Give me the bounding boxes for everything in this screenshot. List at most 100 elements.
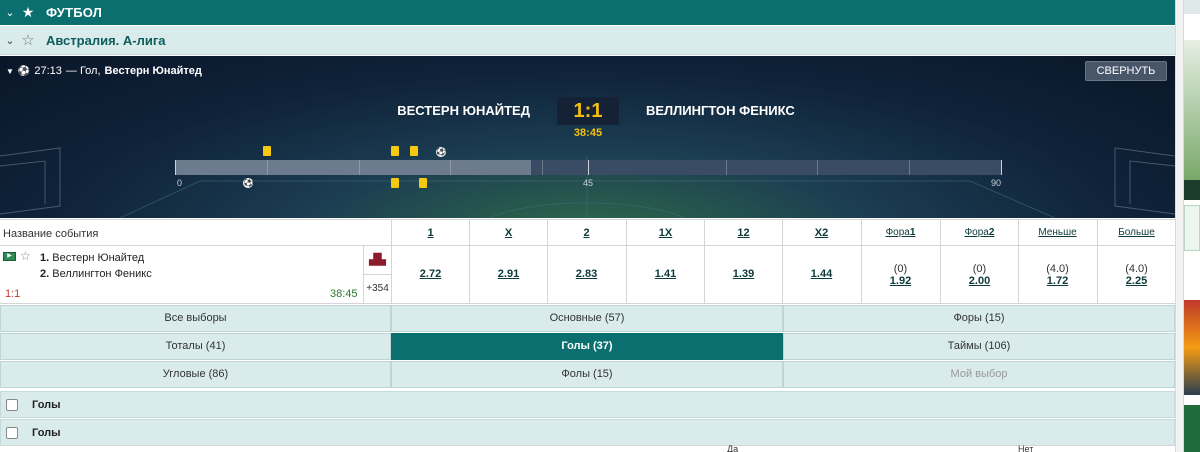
timeline-tick xyxy=(1001,160,1002,175)
odds-cell[interactable]: 1.39 xyxy=(704,246,782,303)
home-team-name: ВЕСТЕРН ЮНАЙТЕД xyxy=(397,103,530,118)
odds-value[interactable]: 1.39 xyxy=(733,268,754,280)
odds-column-header[interactable]: Меньше xyxy=(1018,220,1096,245)
odds-value[interactable]: 2.72 xyxy=(420,268,441,280)
odds-cell[interactable]: (0) 2.00 xyxy=(940,246,1018,303)
event-teams[interactable]: 1. Вестерн Юнайтед 2. Веллингтон Феникс xyxy=(40,250,152,282)
section-label: Голы xyxy=(32,426,61,439)
odds-column-header[interactable]: Фора2 xyxy=(940,220,1018,245)
match-clock: 38:45 xyxy=(573,127,603,139)
odds-value[interactable]: 1.41 xyxy=(655,268,676,280)
yellow-card-icon xyxy=(391,178,400,188)
triangle-down-icon[interactable]: ▼ xyxy=(6,67,14,76)
away-team-name: ВЕЛЛИНГТОН ФЕНИКС xyxy=(646,103,795,118)
league-header[interactable]: ⌄ ☆ Австралия. А-лига xyxy=(0,26,1175,55)
event-name-header: Название события xyxy=(3,228,99,240)
star-outline-icon[interactable]: ☆ xyxy=(18,31,38,49)
odds-column-header[interactable]: 1X xyxy=(626,220,704,245)
odds-value[interactable]: 2.91 xyxy=(498,268,519,280)
star-filled-icon[interactable]: ★ xyxy=(18,4,38,21)
odds-column-header[interactable]: 2 xyxy=(547,220,625,245)
odds-column-label[interactable]: Больше xyxy=(1118,227,1155,238)
event-time: 38:45 xyxy=(330,288,358,300)
statistics-icon[interactable]: ▟▙ xyxy=(363,246,391,275)
odds-column-label[interactable]: Фора2 xyxy=(965,227,995,238)
sidebar-promo[interactable] xyxy=(1184,300,1200,395)
goal-icon: ⚽ xyxy=(243,178,254,188)
odds-header-row: Название события 1 X 2 1X 12 X2 Фора1 Фора2 Мень… xyxy=(0,219,1175,246)
odds-cell[interactable]: 2.72 xyxy=(391,246,469,303)
section-checkbox[interactable] xyxy=(6,398,18,411)
odds-column-label[interactable]: 1X xyxy=(659,227,672,239)
event-text: — Гол, xyxy=(65,65,101,77)
odds-column-label[interactable]: 12 xyxy=(737,227,749,239)
market-tab[interactable]: Мой выбор xyxy=(783,361,1175,388)
odds-value[interactable]: 1.92 xyxy=(890,275,911,287)
sidebar-text xyxy=(1186,24,1200,34)
odds-cell[interactable]: (4.0) 2.25 xyxy=(1097,246,1175,303)
chevron-down-icon[interactable]: ⌄ xyxy=(2,6,18,19)
collapse-button[interactable]: СВЕРНУТЬ xyxy=(1085,61,1167,81)
market-tab[interactable]: Фолы (15) xyxy=(391,361,783,388)
sidebar-promo-2[interactable] xyxy=(1184,405,1200,452)
odds-cell[interactable]: (0) 1.92 xyxy=(861,246,939,303)
chevron-down-icon[interactable]: ⌄ xyxy=(2,34,18,47)
odds-column-label[interactable]: Фора1 xyxy=(886,227,916,238)
market-tab[interactable]: Основные (57) xyxy=(391,305,783,332)
market-tab[interactable]: Все выборы xyxy=(0,305,391,332)
more-markets-button[interactable]: +354 xyxy=(363,275,391,303)
odds-cell[interactable]: 1.44 xyxy=(782,246,860,303)
odds-cell[interactable]: 1.41 xyxy=(626,246,704,303)
market-tab[interactable]: Голы (37) xyxy=(391,333,783,360)
odds-column-header[interactable]: Больше xyxy=(1097,220,1175,245)
column-yes: Да xyxy=(727,444,739,452)
odds-value[interactable]: 1.72 xyxy=(1047,275,1068,287)
market-tab[interactable]: Таймы (106) xyxy=(783,333,1175,360)
event-score: 1:1 xyxy=(5,288,21,300)
star-outline-icon[interactable]: ☆ xyxy=(20,250,31,262)
column-no: Нет xyxy=(1018,444,1034,452)
section-checkbox[interactable] xyxy=(6,426,18,439)
market-columns-row: Да Нет xyxy=(0,444,1175,452)
odds-column-label[interactable]: 2 xyxy=(583,227,589,239)
odds-value[interactable]: 2.00 xyxy=(969,275,990,287)
odds-cell[interactable]: 2.91 xyxy=(469,246,547,303)
odds-column-label[interactable]: X xyxy=(505,227,512,239)
sidebar-widget[interactable] xyxy=(1184,205,1200,251)
odds-cell[interactable]: (4.0) 1.72 xyxy=(1018,246,1096,303)
team2-name: Веллингтон Феникс xyxy=(49,268,152,280)
timeline-tick xyxy=(358,160,360,175)
market-section[interactable]: Голы xyxy=(0,419,1175,446)
timeline-tick xyxy=(909,160,911,175)
odds-value[interactable]: 2.25 xyxy=(1126,275,1147,287)
event-team: Вестерн Юнайтед xyxy=(104,65,202,77)
team2-number: 2. xyxy=(40,268,50,280)
odds-column-header[interactable]: 12 xyxy=(704,220,782,245)
odds-cell[interactable]: 2.83 xyxy=(547,246,625,303)
handicap-value: (0) xyxy=(893,263,908,275)
yellow-card-icon xyxy=(409,146,418,156)
odds-value[interactable]: 1.44 xyxy=(811,268,832,280)
live-tv-icon[interactable]: ▶ xyxy=(3,251,16,261)
market-section[interactable]: Голы xyxy=(0,391,1175,418)
market-tab[interactable]: Тоталы (41) xyxy=(0,333,391,360)
handicap-value: (0) xyxy=(972,263,987,275)
odds-column-header[interactable]: X2 xyxy=(782,220,860,245)
market-tab[interactable]: Форы (15) xyxy=(783,305,1175,332)
odds-column-label[interactable]: X2 xyxy=(815,227,828,239)
sport-header[interactable]: ⌄ ★ ФУТБОЛ xyxy=(0,0,1175,25)
odds-column-label[interactable]: 1 xyxy=(427,227,433,239)
sidebar-banner[interactable] xyxy=(1184,40,1200,180)
odds-value[interactable]: 2.83 xyxy=(576,268,597,280)
odds-column-header[interactable]: Фора1 xyxy=(861,220,939,245)
timeline-tick xyxy=(725,160,727,175)
odds-column-header[interactable]: 1 xyxy=(391,220,469,245)
last-event: ▼ ⚽ 27:13 — Гол, Вестерн Юнайтед xyxy=(6,65,202,77)
market-tab[interactable]: Угловые (86) xyxy=(0,361,391,388)
timeline-label: 0 xyxy=(177,178,183,188)
team1-name: Вестерн Юнайтед xyxy=(49,252,145,264)
goal-icon: ⚽ xyxy=(436,147,447,157)
odds-column-label[interactable]: Меньше xyxy=(1038,227,1076,238)
odds-column-header[interactable]: X xyxy=(469,220,547,245)
timeline-label: 45 xyxy=(583,178,594,188)
